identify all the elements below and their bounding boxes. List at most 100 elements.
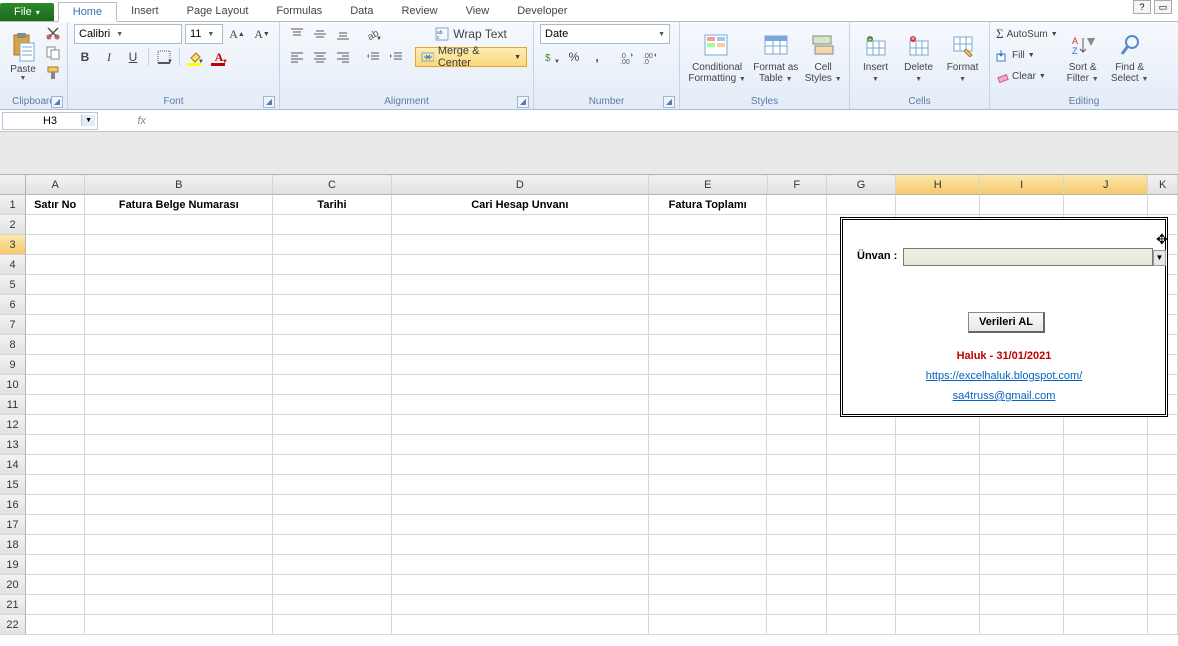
align-center-button[interactable]	[309, 47, 331, 67]
cell-H16[interactable]	[896, 495, 980, 515]
cell-C9[interactable]	[273, 355, 392, 375]
cell-C7[interactable]	[273, 315, 392, 335]
chevron-down-icon[interactable]: ▼	[81, 115, 95, 126]
cell-D14[interactable]	[392, 455, 649, 475]
cell-E9[interactable]	[649, 355, 768, 375]
help-icon[interactable]: ?	[1133, 0, 1151, 14]
cell-D19[interactable]	[392, 555, 649, 575]
row-header-21[interactable]: 21	[0, 595, 26, 615]
email-link[interactable]: sa4truss@gmail.com	[843, 390, 1165, 402]
cell-D6[interactable]	[392, 295, 649, 315]
cell-F12[interactable]	[767, 415, 826, 435]
dialog-launcher-icon[interactable]: ◢	[517, 96, 529, 108]
wrap-text-button[interactable]: abc Wrap Text	[415, 24, 527, 44]
cell-B20[interactable]	[85, 575, 273, 595]
row-header-18[interactable]: 18	[0, 535, 26, 555]
cell-D11[interactable]	[392, 395, 649, 415]
borders-button[interactable]: ▼	[153, 47, 175, 67]
find-select-button[interactable]: Find & Select ▼	[1108, 24, 1152, 90]
shrink-font-button[interactable]: A▼	[251, 24, 273, 44]
cell-B4[interactable]	[85, 255, 273, 275]
format-as-table-button[interactable]: Format as Table ▼	[752, 24, 799, 90]
dialog-launcher-icon[interactable]: ◢	[51, 96, 63, 108]
cell-F8[interactable]	[767, 335, 826, 355]
autosum-button[interactable]: ΣAutoSum▼	[996, 24, 1058, 44]
cell-B7[interactable]	[85, 315, 273, 335]
cell-K22[interactable]	[1148, 615, 1178, 635]
cell-E3[interactable]	[649, 235, 768, 255]
copy-button[interactable]	[44, 44, 62, 62]
tab-formulas[interactable]: Formulas	[262, 2, 336, 21]
cell-G14[interactable]	[827, 455, 896, 475]
cell-E11[interactable]	[649, 395, 768, 415]
cell-C22[interactable]	[273, 615, 392, 635]
minimize-ribbon-icon[interactable]: ▭	[1154, 0, 1172, 14]
orientation-button[interactable]: ab▼	[362, 24, 384, 44]
cell-B21[interactable]	[85, 595, 273, 615]
cell-F10[interactable]	[767, 375, 826, 395]
cell-A12[interactable]	[26, 415, 85, 435]
cell-H13[interactable]	[896, 435, 980, 455]
cell-J17[interactable]	[1064, 515, 1148, 535]
cell-J15[interactable]	[1064, 475, 1148, 495]
cell-E7[interactable]	[649, 315, 768, 335]
decrease-decimal-button[interactable]: .00.0	[639, 47, 661, 67]
cell-G15[interactable]	[827, 475, 896, 495]
cell-H12[interactable]	[896, 415, 980, 435]
cell-J1[interactable]	[1064, 195, 1148, 215]
cell-E2[interactable]	[649, 215, 768, 235]
cell-I14[interactable]	[980, 455, 1064, 475]
cell-E4[interactable]	[649, 255, 768, 275]
cell-H22[interactable]	[896, 615, 980, 635]
font-size-combo[interactable]: 11▼	[185, 24, 223, 44]
comma-button[interactable]: ,	[586, 47, 608, 67]
cell-J14[interactable]	[1064, 455, 1148, 475]
row-header-9[interactable]: 9	[0, 355, 26, 375]
cell-H19[interactable]	[896, 555, 980, 575]
cell-C4[interactable]	[273, 255, 392, 275]
cell-E6[interactable]	[649, 295, 768, 315]
cell-A14[interactable]	[26, 455, 85, 475]
cell-J19[interactable]	[1064, 555, 1148, 575]
cell-B17[interactable]	[85, 515, 273, 535]
underline-button[interactable]: U	[122, 47, 144, 67]
cell-C21[interactable]	[273, 595, 392, 615]
cell-H15[interactable]	[896, 475, 980, 495]
row-header-14[interactable]: 14	[0, 455, 26, 475]
cell-A8[interactable]	[26, 335, 85, 355]
cell-B1[interactable]: Fatura Belge Numarası	[85, 195, 273, 215]
cell-D7[interactable]	[392, 315, 649, 335]
cell-J16[interactable]	[1064, 495, 1148, 515]
cell-I18[interactable]	[980, 535, 1064, 555]
cell-F21[interactable]	[767, 595, 826, 615]
name-box[interactable]: H3 ▼	[2, 112, 98, 130]
cell-D18[interactable]	[392, 535, 649, 555]
cell-styles-button[interactable]: Cell Styles ▼	[803, 24, 843, 90]
cell-K15[interactable]	[1148, 475, 1178, 495]
tab-data[interactable]: Data	[336, 2, 387, 21]
cell-B18[interactable]	[85, 535, 273, 555]
cell-E17[interactable]	[649, 515, 768, 535]
cell-F7[interactable]	[767, 315, 826, 335]
cell-D16[interactable]	[392, 495, 649, 515]
cell-F5[interactable]	[767, 275, 826, 295]
cell-B14[interactable]	[85, 455, 273, 475]
cell-C3[interactable]	[273, 235, 392, 255]
font-name-combo[interactable]: Calibri▼	[74, 24, 182, 44]
cell-A6[interactable]	[26, 295, 85, 315]
cell-B9[interactable]	[85, 355, 273, 375]
cell-A4[interactable]	[26, 255, 85, 275]
row-header-15[interactable]: 15	[0, 475, 26, 495]
cell-F22[interactable]	[767, 615, 826, 635]
cell-B12[interactable]	[85, 415, 273, 435]
delete-cells-button[interactable]: × Delete▼	[899, 24, 938, 90]
cell-G18[interactable]	[827, 535, 896, 555]
clear-button[interactable]: Clear▼	[996, 66, 1058, 86]
cell-C15[interactable]	[273, 475, 392, 495]
cell-E5[interactable]	[649, 275, 768, 295]
cell-D22[interactable]	[392, 615, 649, 635]
cell-K21[interactable]	[1148, 595, 1178, 615]
cell-G13[interactable]	[827, 435, 896, 455]
decrease-indent-button[interactable]	[362, 47, 384, 67]
align-left-button[interactable]	[286, 47, 308, 67]
